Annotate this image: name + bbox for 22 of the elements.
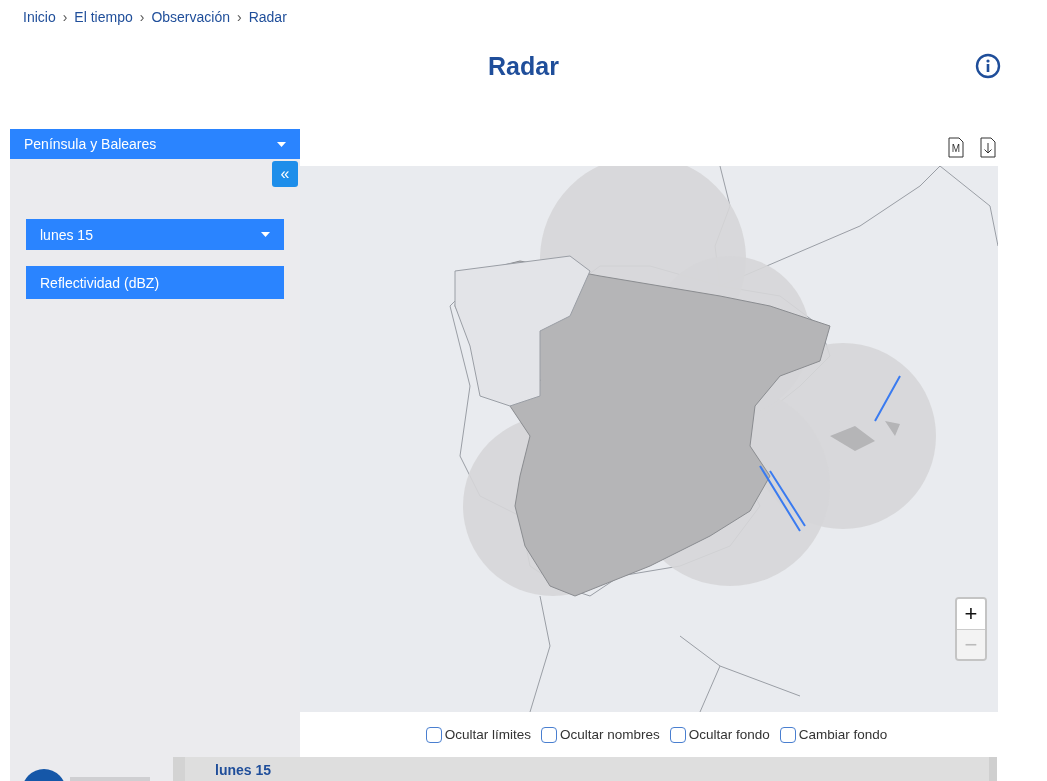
page-title: Radar xyxy=(488,51,559,81)
download-icon[interactable] xyxy=(980,137,996,158)
breadcrumb-separator: › xyxy=(237,8,242,25)
zoom-in-button[interactable]: + xyxy=(957,599,985,629)
breadcrumb-separator: › xyxy=(62,8,68,25)
breadcrumb-link[interactable]: Radar xyxy=(248,8,287,25)
option-checkbox[interactable]: Ocultar fondo xyxy=(669,726,770,743)
breadcrumb-link[interactable]: El tiempo xyxy=(74,8,133,25)
breadcrumb-link[interactable]: Observación xyxy=(151,8,230,25)
option-checkbox[interactable]: Ocultar límites xyxy=(425,726,531,743)
option-checkbox[interactable]: Cambiar fondo xyxy=(779,726,888,743)
caret-icon xyxy=(261,232,270,237)
option-checkbox[interactable]: Ocultar nombres xyxy=(540,726,660,743)
map-export-icon[interactable]: M xyxy=(948,137,964,158)
date-dropdown[interactable]: lunes 15 xyxy=(26,219,284,250)
breadcrumb-link[interactable]: Inicio xyxy=(23,8,56,25)
timeline-day: lunes 15 xyxy=(215,762,272,778)
product-button[interactable]: Reflectividad (dBZ) xyxy=(26,266,284,299)
breadcrumb-separator: › xyxy=(139,8,145,25)
info-icon[interactable] xyxy=(975,53,1001,79)
caret-icon xyxy=(277,141,286,147)
region-dropdown[interactable]: Península y Baleares xyxy=(10,129,300,159)
